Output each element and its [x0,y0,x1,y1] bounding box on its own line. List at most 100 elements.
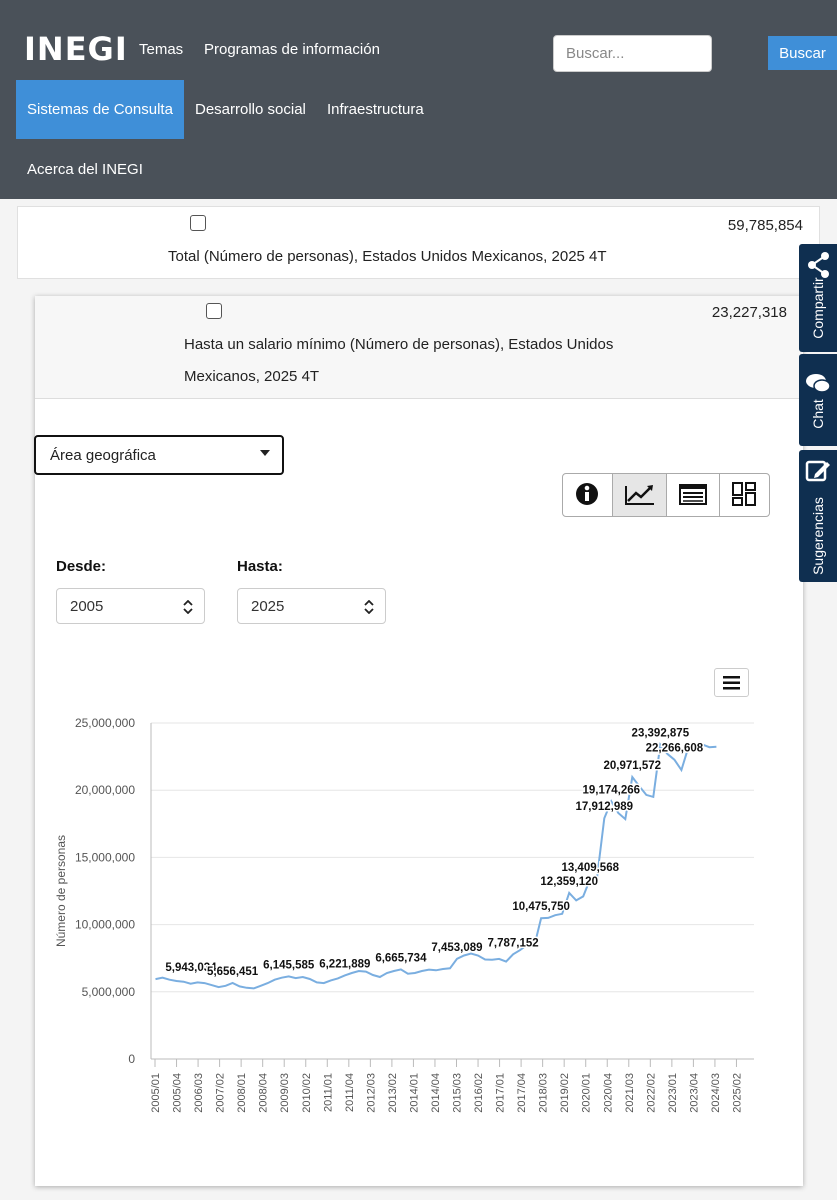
data-label: 12,359,120 [540,876,598,888]
nav-sistemas-consulta[interactable]: Sistemas de Consulta [27,101,173,118]
y-tick-label: 20,000,000 [75,783,135,797]
x-tick-label: 2012/03 [365,1073,377,1113]
data-label: 22,266,608 [646,743,704,755]
x-tick-label: 2023/01 [667,1073,679,1113]
x-tick-label: 2005/04 [172,1073,184,1113]
x-tick-label: 2007/02 [215,1073,227,1113]
dashboard-icon [732,482,756,506]
nav-programas[interactable]: Programas de información [204,41,380,58]
hasta-select[interactable]: 2025 [237,588,386,624]
row-minimo-value: 23,227,318 [711,304,787,321]
data-label: 20,971,572 [604,760,662,772]
inegi-logo[interactable]: INEGI [24,30,128,68]
x-tick-label: 2006/03 [193,1073,205,1113]
x-tick-label: 2019/02 [559,1073,571,1113]
data-label: 13,409,568 [561,862,619,874]
table-button[interactable] [667,474,720,516]
y-tick-label: 15,000,000 [75,850,135,864]
data-label: 6,221,889 [319,958,370,970]
row-minimo-label-1: Hasta un salario mínimo (Número de perso… [184,336,614,353]
row-total-label: Total (Número de personas), Estados Unid… [168,248,607,265]
data-label: 10,475,750 [512,901,570,913]
x-tick-label: 2015/03 [452,1073,464,1113]
desde-select[interactable]: 2005 [56,588,205,624]
x-tick-label: 2014/04 [430,1073,442,1113]
row-total-checkbox[interactable] [190,215,206,231]
y-axis-title: Número de personas [54,835,68,947]
nav-infraestructura[interactable]: Infraestructura [327,101,424,118]
x-tick-label: 2023/04 [688,1073,700,1113]
chat-icon [806,374,831,393]
hasta-label: Hasta: [237,558,283,575]
dashboard-button[interactable] [720,474,769,516]
desde-label: Desde: [56,558,107,575]
sugerencias-label: Sugerencias [810,497,826,575]
data-label: 7,787,152 [488,937,539,949]
area-geografica-select[interactable]: Área geográfica [34,435,284,475]
y-tick-label: 25,000,000 [75,716,135,730]
data-label: 6,145,585 [263,959,315,971]
x-tick-label: 2016/02 [473,1073,485,1113]
x-tick-label: 2013/02 [387,1073,399,1113]
data-label: 17,912,989 [575,801,633,813]
data-label: 19,174,266 [582,784,640,796]
x-tick-label: 2025/02 [731,1073,743,1113]
desde-value: 2005 [70,598,104,615]
info-icon [576,483,598,505]
chat-tab[interactable]: Chat [799,354,837,446]
sort-arrows-icon [364,600,374,614]
caret-down-icon [260,450,270,456]
indicator-row-total: 59,785,854 Total (Número de personas), E… [17,206,820,279]
y-tick-label: 5,000,000 [82,985,136,999]
x-tick-label: 2005/01 [150,1073,162,1113]
x-tick-label: 2017/04 [516,1073,528,1113]
x-tick-label: 2014/01 [408,1073,420,1113]
x-tick-label: 2017/01 [495,1073,507,1113]
hamburger-icon [723,676,740,690]
x-tick-label: 2022/02 [645,1073,657,1113]
chat-label: Chat [810,399,826,429]
compartir-tab[interactable]: Compartir [799,244,837,352]
edit-icon [805,460,830,482]
share-icon [808,252,829,278]
nav-desarrollo-social[interactable]: Desarrollo social [195,101,306,118]
data-label: 6,665,734 [375,952,427,964]
data-label: 5,656,451 [207,966,259,978]
search-input[interactable] [553,35,712,72]
line-chart-button[interactable] [613,474,667,516]
row-total-value: 59,785,854 [727,217,803,234]
y-tick-label: 0 [128,1052,135,1066]
row-minimo-label-2: Mexicanos, 2025 4T [184,368,320,385]
x-tick-label: 2024/03 [710,1073,722,1113]
y-tick-label: 10,000,000 [75,918,135,932]
data-label: 23,392,875 [632,728,690,740]
site-header: INEGI Temas Programas de información Bus… [0,0,837,199]
x-tick-label: 2020/04 [602,1073,614,1113]
chart-menu-button[interactable] [714,668,749,697]
x-tick-label: 2008/01 [236,1073,248,1113]
sort-arrows-icon [183,600,193,614]
view-button-group [562,473,770,517]
line-chart: 0 5,000,000 10,000,000 15,000,000 20,000,000… [54,716,754,1113]
search-button[interactable]: Buscar [768,36,837,70]
indicator-row-minimo: 23,227,318 Hasta un salario mínimo (Núme… [35,296,803,399]
table-icon [679,484,707,505]
x-tick-label: 2021/03 [624,1073,636,1113]
hasta-value: 2025 [251,598,285,615]
sugerencias-tab[interactable]: Sugerencias [799,450,837,582]
data-label: 7,453,089 [431,942,482,954]
x-tick-label: 2020/01 [581,1073,593,1113]
x-tick-label: 2008/04 [258,1073,270,1113]
x-tick-label: 2010/02 [301,1073,313,1113]
line-chart-icon [625,485,654,505]
nav-temas[interactable]: Temas [139,41,183,58]
x-tick-label: 2009/03 [279,1073,291,1113]
nav-acerca[interactable]: Acerca del INEGI [27,161,143,178]
row-minimo-checkbox[interactable] [206,303,222,319]
info-button[interactable] [563,474,613,516]
compartir-label: Compartir [810,277,826,339]
x-tick-label: 2011/01 [322,1073,334,1112]
area-select-value: Área geográfica [50,447,156,464]
x-tick-label: 2011/04 [344,1073,356,1112]
x-tick-label: 2018/03 [538,1073,550,1113]
